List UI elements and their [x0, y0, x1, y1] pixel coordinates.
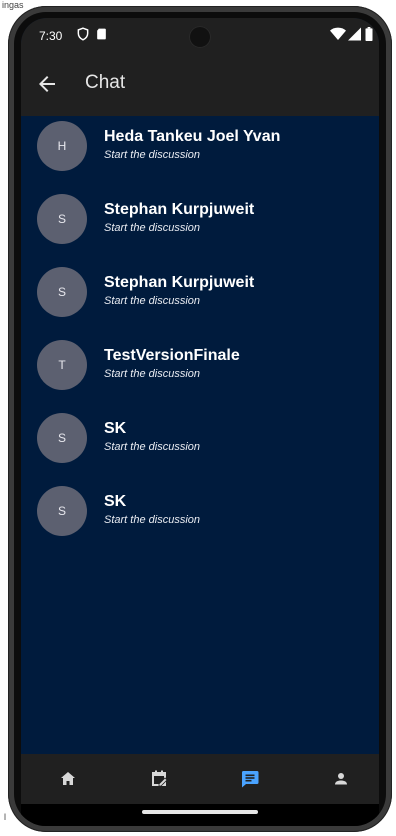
avatar: S — [37, 267, 87, 317]
status-time: 7:30 — [39, 29, 63, 43]
home-icon[interactable] — [56, 767, 80, 791]
front-camera — [189, 26, 211, 48]
chat-list-item[interactable]: T TestVersionFinale Start the discussion — [21, 335, 379, 408]
chat-icon[interactable] — [238, 767, 262, 791]
gesture-handle[interactable] — [142, 810, 258, 814]
chat-list-item[interactable]: S SK Start the discussion — [21, 408, 379, 481]
chat-list: H Heda Tankeu Joel Yvan Start the discus… — [21, 116, 379, 554]
avatar: S — [37, 194, 87, 244]
chat-name: TestVersionFinale — [104, 347, 240, 364]
sd-card-icon — [97, 28, 106, 40]
chat-name: Stephan Kurpjuweit — [104, 274, 255, 291]
chat-list-item[interactable]: S SK Start the discussion — [21, 481, 379, 554]
phone-frame: 7:30 Chat H Heda Tankeu Joel Yvan Start … — [8, 6, 392, 832]
app-screen: 7:30 Chat H Heda Tankeu Joel Yvan Start … — [21, 18, 379, 804]
wifi-icon — [330, 27, 346, 40]
back-arrow-icon[interactable] — [35, 72, 59, 96]
avatar: S — [37, 486, 87, 536]
app-bar: Chat — [21, 52, 379, 116]
avatar: T — [37, 340, 87, 390]
chat-name: SK — [104, 420, 127, 437]
page-corner-text: ingas — [2, 0, 24, 10]
avatar: H — [37, 121, 87, 171]
event-icon[interactable] — [147, 767, 171, 791]
chat-subtitle: Start the discussion — [104, 514, 200, 526]
chat-name: SK — [104, 493, 127, 510]
gesture-navigation-area — [21, 804, 379, 826]
signal-icon — [348, 27, 361, 41]
page-title: Chat — [85, 72, 126, 93]
chat-subtitle: Start the discussion — [104, 368, 200, 380]
battery-icon — [365, 27, 373, 41]
chat-name: Stephan Kurpjuweit — [104, 201, 255, 218]
chat-subtitle: Start the discussion — [104, 149, 200, 161]
chat-list-item[interactable]: S Stephan Kurpjuweit Start the discussio… — [21, 189, 379, 262]
avatar: S — [37, 413, 87, 463]
shield-icon — [77, 27, 89, 41]
chat-subtitle: Start the discussion — [104, 441, 200, 453]
chat-list-item[interactable]: S Stephan Kurpjuweit Start the discussio… — [21, 262, 379, 335]
person-icon[interactable] — [329, 767, 353, 791]
chat-name: Heda Tankeu Joel Yvan — [104, 128, 281, 145]
bottom-navigation — [21, 754, 379, 804]
chat-subtitle: Start the discussion — [104, 295, 200, 307]
chat-list-item[interactable]: H Heda Tankeu Joel Yvan Start the discus… — [21, 116, 379, 189]
phone-bezel: 7:30 Chat H Heda Tankeu Joel Yvan Start … — [14, 12, 386, 826]
chat-subtitle: Start the discussion — [104, 222, 200, 234]
status-bar: 7:30 — [21, 18, 379, 52]
page-corner-text-bottom: l — [4, 812, 6, 822]
